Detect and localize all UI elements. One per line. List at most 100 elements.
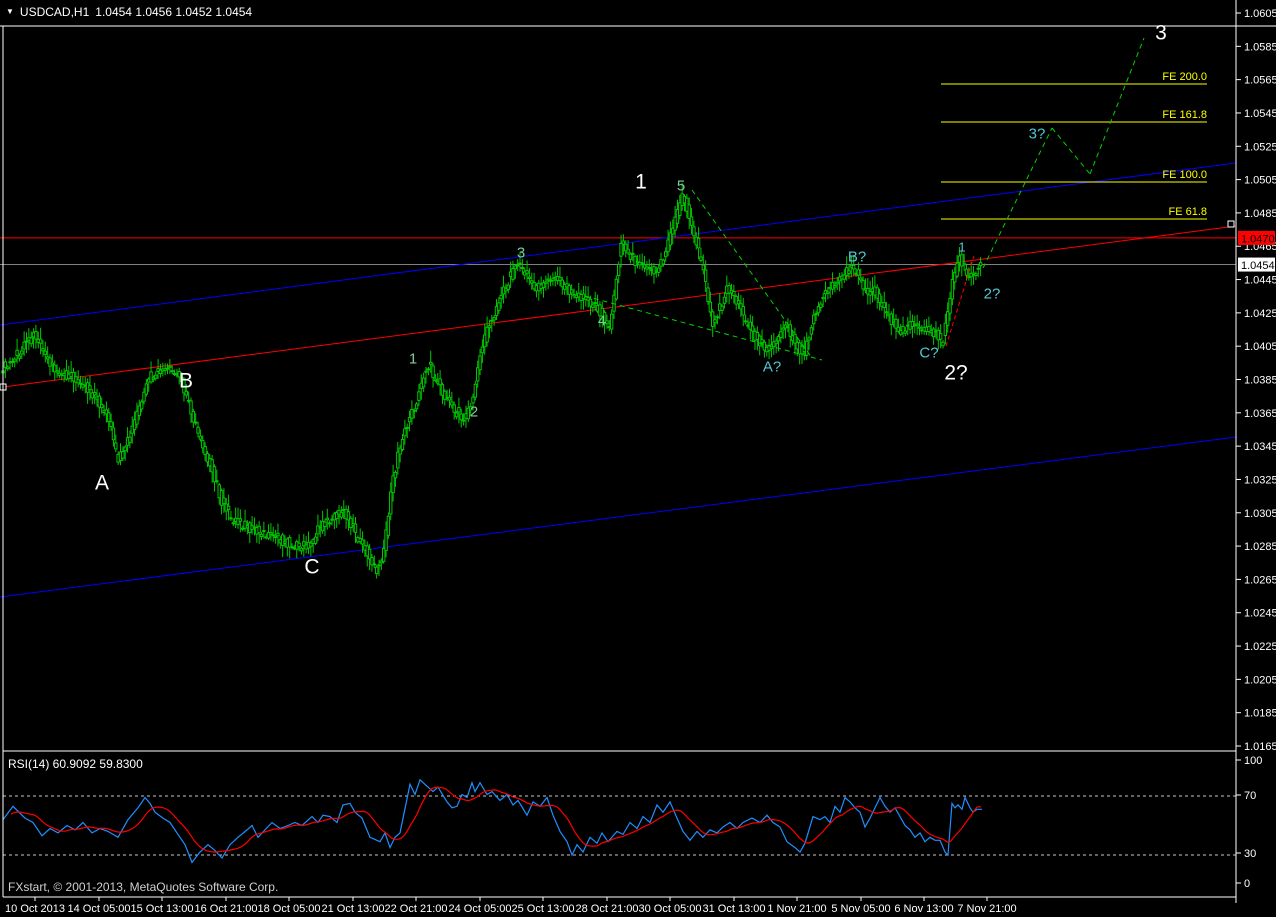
candle-body [490, 319, 494, 322]
candle-body [628, 253, 633, 260]
time-axis-label: 16 Oct 21:00 [195, 903, 258, 915]
candle-body [229, 517, 233, 520]
chart-quote-values: 1.0454 1.0456 1.0452 1.0454 [95, 5, 253, 19]
candle-body [168, 365, 172, 368]
wave-projection-line[interactable] [1051, 127, 1091, 175]
fib-extension-label: FE 200.0 [1162, 71, 1207, 83]
candle-body [617, 264, 621, 277]
rsi-axis-label: 100 [1244, 755, 1262, 767]
candle-body [814, 313, 818, 316]
candle-body [527, 276, 532, 279]
candle-body [478, 355, 482, 371]
candle-body [821, 296, 825, 300]
candle-body [288, 537, 292, 548]
candle-body [713, 319, 717, 324]
candle-body [429, 361, 433, 365]
candle-body [438, 378, 442, 386]
candle-body [29, 337, 33, 345]
wave-label[interactable]: 1 [958, 240, 965, 255]
candle-body [647, 267, 651, 270]
wave-projection-line[interactable] [691, 189, 813, 359]
wave-label[interactable]: B? [848, 248, 866, 265]
price-badge-label: 1.0454 [1241, 260, 1275, 272]
candle-body [405, 426, 409, 429]
chart-canvas[interactable]: FE 200.0 FE 161.8 FE 100.0 FE 61.8 1.0605 1.0… [0, 0, 1276, 917]
wave-label[interactable]: 2? [984, 285, 1001, 302]
wave-label[interactable]: 3 [1155, 21, 1167, 44]
wave-label[interactable]: C [304, 555, 319, 578]
candle-body [696, 237, 701, 249]
channel-lower-line[interactable] [0, 436, 1237, 598]
wave-label[interactable]: A [95, 471, 109, 494]
candle-body [107, 412, 111, 423]
candle-body [259, 533, 264, 538]
candle-body [374, 566, 379, 575]
price-axis-label: 1.0165 [1244, 741, 1276, 753]
candle-body [412, 409, 416, 412]
candle-body [805, 340, 809, 356]
trendline-handle[interactable] [1227, 220, 1235, 228]
candle-body [6, 366, 10, 370]
candle-body [964, 268, 969, 276]
candle-body [194, 421, 198, 424]
wave-projection-line[interactable] [982, 127, 1053, 269]
candle-body [941, 341, 945, 347]
wave-label[interactable]: 3? [1029, 125, 1046, 142]
wave-label[interactable]: 1 [409, 350, 417, 367]
candle-body [114, 442, 118, 450]
wave-label[interactable]: C? [919, 344, 938, 361]
candle-body [946, 311, 950, 326]
wave-projection-line[interactable] [1089, 37, 1145, 175]
candle-body [349, 517, 353, 529]
candle-body [626, 248, 630, 254]
channel-upper-line[interactable] [0, 162, 1237, 326]
candle-body [774, 340, 778, 344]
candle-body [884, 311, 889, 314]
candle-body [955, 262, 959, 277]
price-axis-label: 1.0405 [1244, 341, 1276, 353]
wave-label[interactable]: A? [763, 358, 781, 375]
wave-label[interactable]: 1 [635, 170, 647, 193]
candle-body [931, 328, 936, 338]
candle-body [520, 267, 525, 270]
symbol-dropdown-icon[interactable]: ▼ [6, 6, 14, 18]
candle-body [257, 525, 261, 534]
rsi-axis-label: 70 [1244, 790, 1256, 802]
candle-body [325, 517, 330, 521]
rsi-axis-label: 0 [1244, 878, 1250, 890]
candle-body [238, 518, 243, 522]
candle-body [974, 273, 978, 277]
wave-label[interactable]: 2? [944, 361, 967, 384]
wave-label[interactable]: 2 [470, 403, 478, 420]
candle-body [424, 370, 428, 373]
candle-body [692, 226, 696, 237]
price-axis-label: 1.0325 [1244, 474, 1276, 486]
candle-body [882, 302, 886, 309]
wave-label[interactable]: B [179, 369, 193, 392]
candle-body [741, 305, 745, 316]
candle-body [687, 204, 691, 219]
price-axis-label: 1.0245 [1244, 608, 1276, 620]
time-axis-label: 30 Oct 05:00 [639, 903, 702, 915]
candle-body [17, 355, 22, 359]
candle-body [471, 396, 475, 404]
price-axis-label: 1.0585 [1244, 41, 1276, 53]
candle-body [664, 251, 668, 258]
price-axis-label: 1.0385 [1244, 375, 1276, 387]
wave-label[interactable]: 5 [677, 177, 685, 194]
wave-label[interactable]: 4 [598, 312, 606, 329]
candle-body [661, 259, 666, 265]
candle-body [788, 324, 792, 337]
candle-body [92, 392, 97, 396]
candle-body [386, 515, 391, 536]
time-axis-label: 25 Oct 13:00 [512, 903, 575, 915]
time-axis-label: 21 Oct 13:00 [322, 903, 385, 915]
candle-body [360, 539, 365, 545]
candle-body [743, 320, 748, 323]
candle-body [706, 287, 710, 302]
rsi-axis-label: 30 [1244, 848, 1256, 860]
candle-body [38, 338, 43, 344]
candle-body [833, 284, 837, 288]
candle-body [894, 318, 898, 329]
wave-label[interactable]: 3 [517, 244, 525, 261]
